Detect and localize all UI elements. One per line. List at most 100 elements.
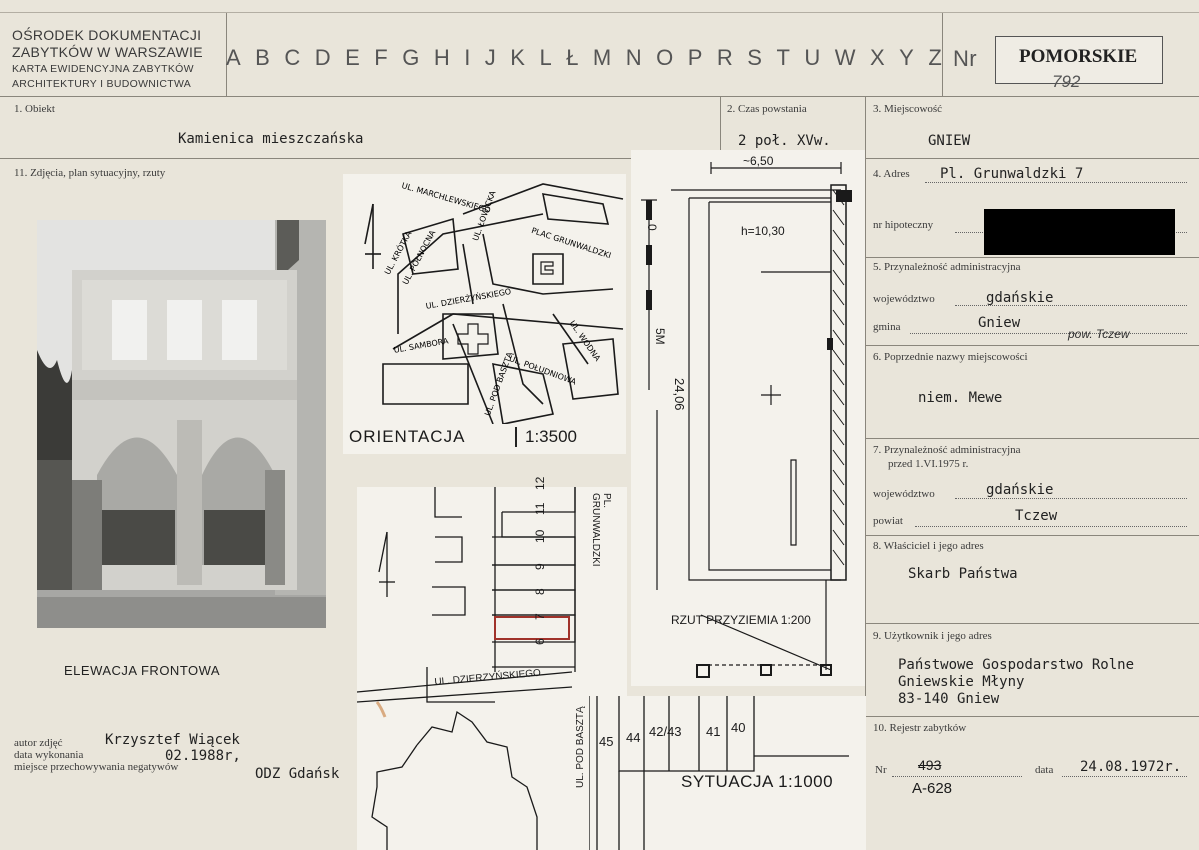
uzytkownik-line-3: 83-140 Gniew [898, 691, 1000, 707]
admin-przed-label-1: 7. Przynależność administracyjna [873, 444, 1021, 456]
redaction-block [984, 209, 1175, 255]
lot-number: 7 [533, 613, 547, 620]
lot-number: 45 [599, 734, 614, 749]
index-letter: Y [899, 45, 914, 70]
lot-number: 9 [533, 563, 547, 570]
data-wykonania-label: data wykonania [14, 749, 84, 761]
admin-przed-woj-value: gdańskie [986, 482, 1054, 498]
plan-scale-zero: 0 [645, 224, 659, 231]
index-letter: I [464, 45, 471, 70]
index-letter: T [776, 45, 790, 70]
facade-photo [37, 220, 326, 628]
institution-line-1: OŚRODEK DOKUMENTACJI [12, 27, 202, 43]
index-letter: R [716, 45, 733, 70]
floor-plan: ~6,50 h=10,30 0 5M 24,06 RZUT PRZYZIEMIA… [631, 150, 865, 686]
autor-value: Krzysztef Wiącek [105, 732, 240, 748]
sit-street-top: PL. GRUNWALDZKI [590, 493, 612, 567]
uzytkownik-line-2: Gniewskie Młyny [898, 674, 1025, 690]
admin-woj-value: gdańskie [986, 290, 1054, 306]
adres-dots [925, 182, 1187, 183]
admin-woj-label: województwo [873, 293, 935, 305]
row1-divider [720, 96, 721, 158]
adres-value: Pl. Grunwaldzki 7 [940, 166, 1084, 182]
dots [955, 498, 1187, 499]
uzytkownik-label: 9. Użytkownik i jego adres [873, 630, 992, 642]
poprzednie-value: niem. Mewe [918, 390, 1003, 406]
rejestr-nr-label: Nr [875, 764, 887, 776]
lot-number: 12 [533, 476, 547, 490]
plan-height: h=10,30 [741, 224, 785, 238]
hipoteczny-label: nr hipoteczny [873, 219, 934, 231]
sit-street-side: UL. POD BASZTĄ [575, 706, 586, 788]
zdjecia-label: 11. Zdjęcia, plan sytuacyjny, rzuty [14, 167, 166, 179]
rejestr-data-label: data [1035, 764, 1054, 776]
index-letter: C [284, 45, 301, 70]
index-letter: U [804, 45, 821, 70]
admin-gmina-label: gmina [873, 321, 901, 333]
photo-caption: ELEWACJA FRONTOWA [64, 663, 221, 678]
index-letter: E [345, 45, 360, 70]
rejestr-label: 10. Rejestr zabytków [873, 722, 967, 734]
index-letter: K [510, 45, 525, 70]
index-letter: X [870, 45, 885, 70]
miejscowosc-label: 3. Miejscowość [873, 103, 943, 115]
index-letter: N [625, 45, 642, 70]
poprzednie-label: 6. Poprzednie nazwy miejscowości [873, 351, 1028, 363]
wlasciciel-value: Skarb Państwa [908, 566, 1018, 582]
index-letter: H [433, 45, 450, 70]
divider [865, 623, 1199, 624]
header-divider-v [942, 12, 943, 96]
lot-number: 40 [731, 720, 746, 735]
institution-line-3: KARTA EWIDENCYJNA ZABYTKÓW [12, 63, 194, 75]
plan-length: 24,06 [672, 378, 687, 411]
divider [865, 716, 1199, 717]
lot-number: 42/43 [649, 724, 682, 739]
czas-value: 2 poł. XVw. [738, 133, 831, 149]
index-letter: O [656, 45, 674, 70]
index-letter: D [314, 45, 331, 70]
divider [865, 535, 1199, 536]
admin-przed-powiat-label: powiat [873, 515, 903, 527]
obiekt-value: Kamienica mieszczańska [178, 131, 364, 147]
czas-label: 2. Czas powstania [727, 103, 807, 115]
admin-gmina-value: Gniew [978, 315, 1021, 331]
dots [910, 333, 1187, 334]
dots [1062, 776, 1187, 777]
dots [955, 305, 1187, 306]
plan-scale-five: 5M [653, 328, 667, 345]
orientation-scale: 1:3500 [515, 427, 577, 447]
card-number: 792 [1052, 72, 1081, 91]
admin-label: 5. Przynależność administracyjna [873, 261, 1021, 273]
row1-bottom [0, 158, 1199, 159]
situation-plan-lower: UL. POD BASZTĄ 45 44 42/43 41 40 SYTUACJ… [575, 696, 866, 850]
wlasciciel-label: 8. Właściciel i jego adres [873, 540, 984, 552]
miejsce-label: miejsce przechowywania negatywów [14, 761, 179, 773]
admin-przed-woj-label: województwo [873, 488, 935, 500]
orientation-map: UL. MARCHLEWSKIEGO PLAC GRUNWALDZKI UL. … [343, 174, 626, 454]
index-letter: A [226, 45, 241, 70]
admin-przed-powiat-value: Tczew [1015, 508, 1058, 524]
plan-width: ~6,50 [743, 154, 774, 168]
plan-label: RZUT PRZYZIEMIA 1:200 [671, 613, 811, 627]
index-letter: Z [928, 45, 942, 70]
header-divider [0, 96, 1199, 97]
admin-przed-label-2: przed 1.VI.1975 r. [888, 458, 969, 470]
index-letter: M [592, 45, 612, 70]
lot-number: 11 [533, 502, 547, 515]
divider [865, 438, 1199, 439]
divider [865, 257, 1199, 258]
index-letter: F [374, 45, 388, 70]
situation-plan-upper: UL. DZIERZYŃSKIEGO PL. GRUNWALDZKI 12 11… [357, 477, 627, 850]
autor-label: autor zdjęć [14, 737, 63, 749]
index-letter: Ł [566, 45, 579, 70]
rejestr-nr-old: 493 [918, 757, 942, 773]
header-top-line [0, 12, 1199, 13]
lot-number: 41 [706, 724, 721, 739]
index-letter: S [747, 45, 762, 70]
index-letter: P [687, 45, 703, 70]
index-letter: B [255, 45, 270, 70]
nr-label: Nr [953, 46, 977, 71]
lot-number: 44 [626, 730, 641, 745]
lot-number: 6 [533, 638, 547, 645]
lot-number: 8 [533, 588, 547, 595]
